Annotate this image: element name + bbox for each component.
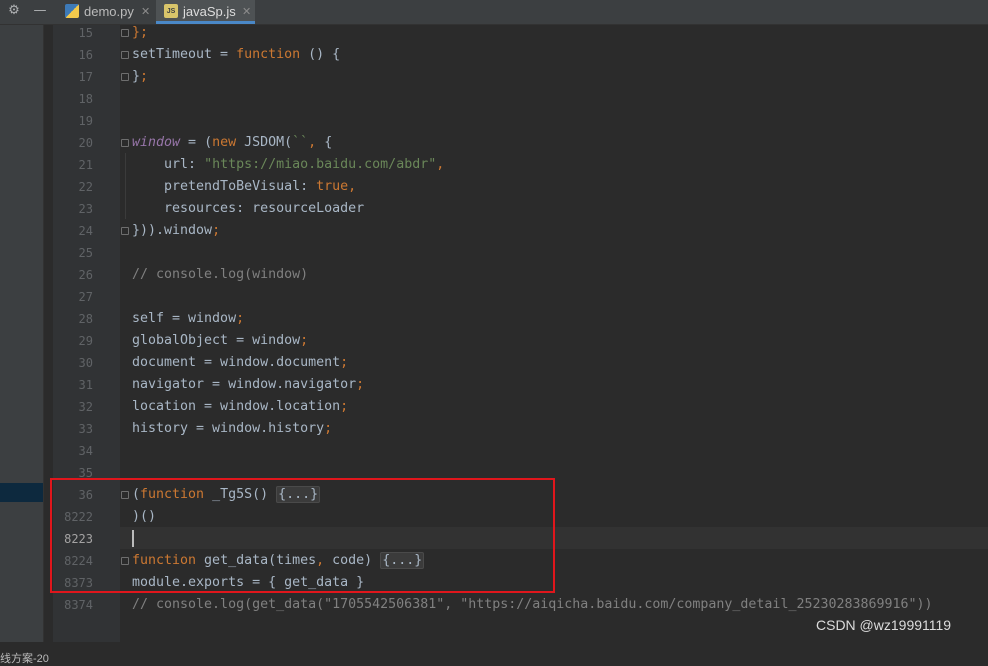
line-number: 22 <box>78 180 93 194</box>
watermark: CSDN @wz19991119 <box>816 617 952 633</box>
line-number: 8374 <box>64 598 93 612</box>
code-line: self = window; <box>132 311 245 326</box>
fold-marker-icon[interactable] <box>121 51 129 59</box>
code-line: navigator = window.navigator; <box>132 377 365 392</box>
close-icon[interactable]: ✕ <box>141 1 150 23</box>
code-line: window = (new JSDOM(``, { <box>132 135 333 150</box>
code-line: url: "https://miao.baidu.com/abdr", <box>132 157 445 172</box>
tree-item-label[interactable]: 线方案-20 <box>0 650 49 666</box>
tab-demo-py[interactable]: demo.py ✕ <box>57 0 153 24</box>
line-number: 25 <box>78 246 93 260</box>
line-number: 18 <box>78 92 93 106</box>
annotation-box <box>50 478 555 593</box>
line-number: 28 <box>78 312 93 326</box>
fold-marker-icon[interactable] <box>121 73 129 81</box>
code-line: setTimeout = function () { <box>132 47 341 62</box>
tab-label: javaSp.js <box>183 4 236 19</box>
code-line: document = window.document; <box>132 355 349 370</box>
code-line: }; <box>132 25 149 40</box>
line-number: 30 <box>78 356 93 370</box>
code-line: })).window; <box>132 223 221 238</box>
project-panel: 线方案-20 <box>0 25 49 665</box>
line-number: 32 <box>78 400 93 414</box>
close-icon[interactable]: ✕ <box>242 1 251 23</box>
code-line: location = window.location; <box>132 399 349 414</box>
python-file-icon <box>65 4 79 18</box>
tab-javasp-js[interactable]: JS javaSp.js ✕ <box>156 0 255 24</box>
line-number: 27 <box>78 290 93 304</box>
code-line: // console.log(get_data("1705542506381",… <box>132 597 933 612</box>
fold-marker-icon[interactable] <box>121 139 129 147</box>
minimize-icon[interactable]: — <box>32 3 48 19</box>
code-line: // console.log(window) <box>132 267 309 282</box>
editor-tab-bar: ⚙ — demo.py ✕ JS javaSp.js ✕ <box>0 0 988 25</box>
js-file-icon: JS <box>164 4 178 18</box>
gear-icon[interactable]: ⚙ <box>6 3 22 19</box>
line-number: 19 <box>78 114 93 128</box>
line-number: 24 <box>78 224 93 238</box>
line-number: 15 <box>78 26 93 40</box>
indent-guide <box>125 153 126 219</box>
line-number: 17 <box>78 70 93 84</box>
line-number: 29 <box>78 334 93 348</box>
line-number: 31 <box>78 378 93 392</box>
line-number: 16 <box>78 48 93 62</box>
fold-marker-icon[interactable] <box>121 227 129 235</box>
code-line: resources: resourceLoader <box>132 201 365 216</box>
code-line: globalObject = window; <box>132 333 309 348</box>
code-line: pretendToBeVisual: true, <box>132 179 357 194</box>
line-number: 20 <box>78 136 93 150</box>
line-number: 33 <box>78 422 93 436</box>
selected-tree-item[interactable] <box>0 483 43 502</box>
fold-marker-icon[interactable] <box>121 29 129 37</box>
line-number: 23 <box>78 202 93 216</box>
code-line: history = window.history; <box>132 421 333 436</box>
code-line: }; <box>132 69 149 84</box>
line-number: 34 <box>78 444 93 458</box>
tab-label: demo.py <box>84 4 134 19</box>
line-number: 21 <box>78 158 93 172</box>
line-number: 26 <box>78 268 93 282</box>
